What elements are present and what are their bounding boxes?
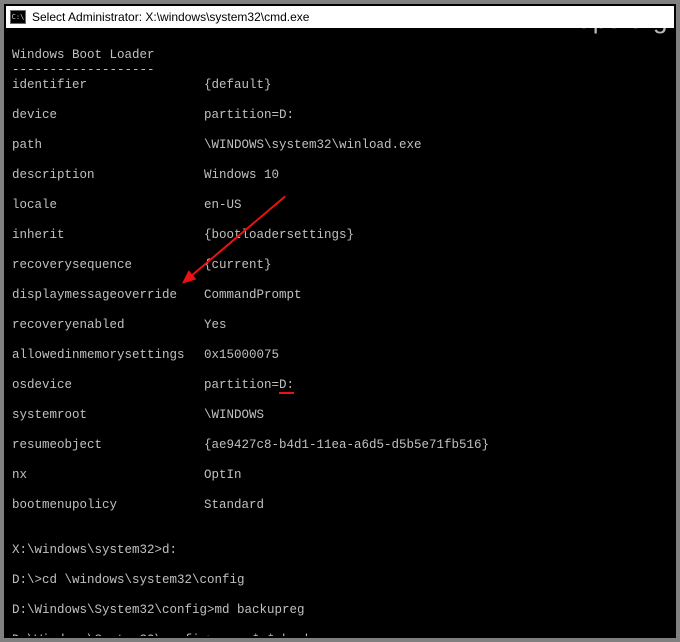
- cmd-input: cd \windows\system32\config: [42, 573, 245, 587]
- prompt-line: D:\>cd \windows\system32\config: [12, 573, 245, 587]
- kv-key: identifier: [12, 78, 204, 93]
- kv-value: Windows 10: [204, 168, 279, 183]
- kv-row: recoverysequence{current}: [12, 258, 668, 273]
- highlighted-partition: D:: [279, 378, 294, 394]
- kv-value: {ae9427c8-b4d1-11ea-a6d5-d5b5e71fb516}: [204, 438, 489, 453]
- kv-value: partition=D:: [204, 378, 294, 393]
- boot-divider: -------------------: [12, 63, 155, 77]
- kv-key: path: [12, 138, 204, 153]
- kv-key: recoverysequence: [12, 258, 204, 273]
- kv-key: nx: [12, 468, 204, 483]
- kv-row: descriptionWindows 10: [12, 168, 668, 183]
- kv-value: Standard: [204, 498, 264, 513]
- kv-row: displaymessageoverrideCommandPrompt: [12, 288, 668, 303]
- kv-row: nxOptIn: [12, 468, 668, 483]
- kv-key: bootmenupolicy: [12, 498, 204, 513]
- kv-row: inherit{bootloadersettings}: [12, 228, 668, 243]
- prompt: D:\>: [12, 573, 42, 587]
- cmd-icon: C:\: [10, 10, 26, 24]
- kv-value: en-US: [204, 198, 242, 213]
- kv-row: devicepartition=D:: [12, 108, 668, 123]
- kv-key: allowedinmemorysettings: [12, 348, 204, 363]
- kv-value: {bootloadersettings}: [204, 228, 354, 243]
- prompt-line: D:\Windows\System32\config>md backupreg: [12, 603, 305, 617]
- kv-key: osdevice: [12, 378, 204, 393]
- kv-value: OptIn: [204, 468, 242, 483]
- prompt: D:\Windows\System32\config>: [12, 633, 215, 636]
- cmd-input: md backupreg: [215, 603, 305, 617]
- kv-row: resumeobject{ae9427c8-b4d1-11ea-a6d5-d5b…: [12, 438, 668, 453]
- kv-key: locale: [12, 198, 204, 213]
- kv-key: systemroot: [12, 408, 204, 423]
- kv-key: displaymessageoverride: [12, 288, 204, 303]
- kv-row: identifier{default}: [12, 78, 668, 93]
- kv-value: \WINDOWS\system32\winload.exe: [204, 138, 422, 153]
- kv-key: resumeobject: [12, 438, 204, 453]
- kv-value: 0x15000075: [204, 348, 279, 363]
- kv-row: recoveryenabledYes: [12, 318, 668, 333]
- kv-value: {current}: [204, 258, 272, 273]
- prompt: D:\Windows\System32\config>: [12, 603, 215, 617]
- prompt: X:\windows\system32>: [12, 543, 162, 557]
- kv-value: partition=D:: [204, 108, 294, 123]
- cmd-input: copy *.* backupreg: [215, 633, 350, 636]
- prompt-line: D:\Windows\System32\config>copy *.* back…: [12, 633, 350, 636]
- kv-row: bootmenupolicyStandard: [12, 498, 668, 513]
- kv-row: systemroot\WINDOWS: [12, 408, 668, 423]
- kv-key: recoveryenabled: [12, 318, 204, 333]
- window-frame: C:\ Select Administrator: X:\windows\sys…: [4, 4, 676, 638]
- boot-header: Windows Boot Loader: [12, 48, 155, 62]
- kv-key: description: [12, 168, 204, 183]
- kv-value: CommandPrompt: [204, 288, 302, 303]
- kv-value: Yes: [204, 318, 227, 333]
- kv-row: localeen-US: [12, 198, 668, 213]
- kv-row: osdevicepartition=D:: [12, 378, 668, 393]
- prompt-line: X:\windows\system32>d:: [12, 543, 177, 557]
- terminal-viewport[interactable]: Windows Boot Loader ------------------- …: [6, 28, 674, 636]
- kv-row: path\WINDOWS\system32\winload.exe: [12, 138, 668, 153]
- window-title: Select Administrator: X:\windows\system3…: [32, 10, 309, 24]
- kv-value: {default}: [204, 78, 272, 93]
- kv-key: inherit: [12, 228, 204, 243]
- titlebar[interactable]: C:\ Select Administrator: X:\windows\sys…: [6, 6, 674, 28]
- kv-key: device: [12, 108, 204, 123]
- kv-row: allowedinmemorysettings0x15000075: [12, 348, 668, 363]
- cmd-input: d:: [162, 543, 177, 557]
- kv-value: \WINDOWS: [204, 408, 264, 423]
